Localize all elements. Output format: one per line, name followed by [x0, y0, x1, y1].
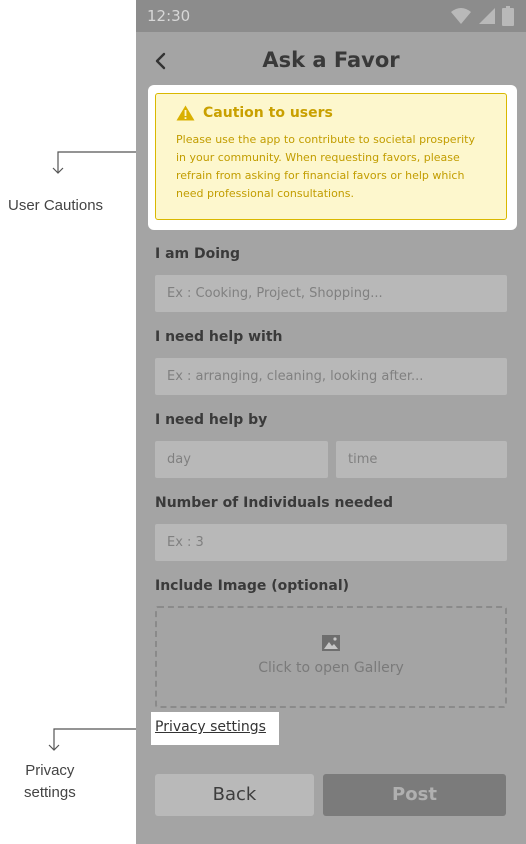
status-bar: 12:30: [136, 0, 526, 32]
caution-line: need professional consultations.: [176, 187, 354, 200]
time-input[interactable]: time: [336, 441, 507, 478]
privacy-annotation-line2: settings: [24, 784, 76, 801]
warning-icon: [176, 105, 195, 121]
help-with-label: I need help with: [155, 329, 283, 345]
individuals-label: Number of Individuals needed: [155, 495, 394, 511]
status-icons: [450, 6, 514, 26]
privacy-annotation-line1: Privacy: [25, 762, 75, 779]
signal-icon: [479, 8, 495, 24]
post-button[interactable]: Post: [323, 774, 506, 816]
caution-line: refrain from asking for financial favors…: [176, 169, 465, 182]
caution-message: Please use the app to contribute to soci…: [176, 131, 492, 203]
privacy-settings-link[interactable]: Privacy settings: [155, 719, 266, 735]
help-by-label: I need help by: [155, 412, 268, 428]
app-header: Ask a Favor: [136, 32, 526, 90]
caution-line: in your community. When requesting favor…: [176, 151, 460, 164]
image-label: Include Image (optional): [155, 578, 350, 594]
day-input[interactable]: day: [155, 441, 328, 478]
caution-title: Caution to users: [203, 105, 333, 121]
battery-icon: [502, 6, 514, 26]
doing-input[interactable]: Ex : Cooking, Project, Shopping...: [155, 275, 507, 312]
status-time: 12:30: [147, 7, 191, 25]
individuals-input[interactable]: Ex : 3: [155, 524, 507, 561]
gallery-label: Click to open Gallery: [258, 660, 404, 676]
wifi-icon: [451, 8, 471, 24]
phone-screen: 12:30 Ask a Favor Caution to users Pleas…: [136, 0, 526, 844]
image-icon: [322, 635, 340, 651]
page-title: Ask a Favor: [262, 48, 400, 72]
caution-line: Please use the app to contribute to soci…: [176, 133, 475, 146]
gallery-dropzone[interactable]: Click to open Gallery: [155, 606, 507, 708]
privacy-settings-annotation: Privacy settings: [24, 760, 76, 804]
caution-box: Caution to users Please use the app to c…: [155, 93, 507, 220]
user-cautions-annotation: User Cautions: [8, 197, 104, 214]
back-button[interactable]: Back: [155, 774, 314, 816]
help-with-input[interactable]: Ex : arranging, cleaning, looking after.…: [155, 358, 507, 395]
doing-label: I am Doing: [155, 246, 241, 262]
privacy-highlight: Privacy settings: [151, 712, 279, 745]
caution-highlight: Caution to users Please use the app to c…: [148, 85, 517, 230]
